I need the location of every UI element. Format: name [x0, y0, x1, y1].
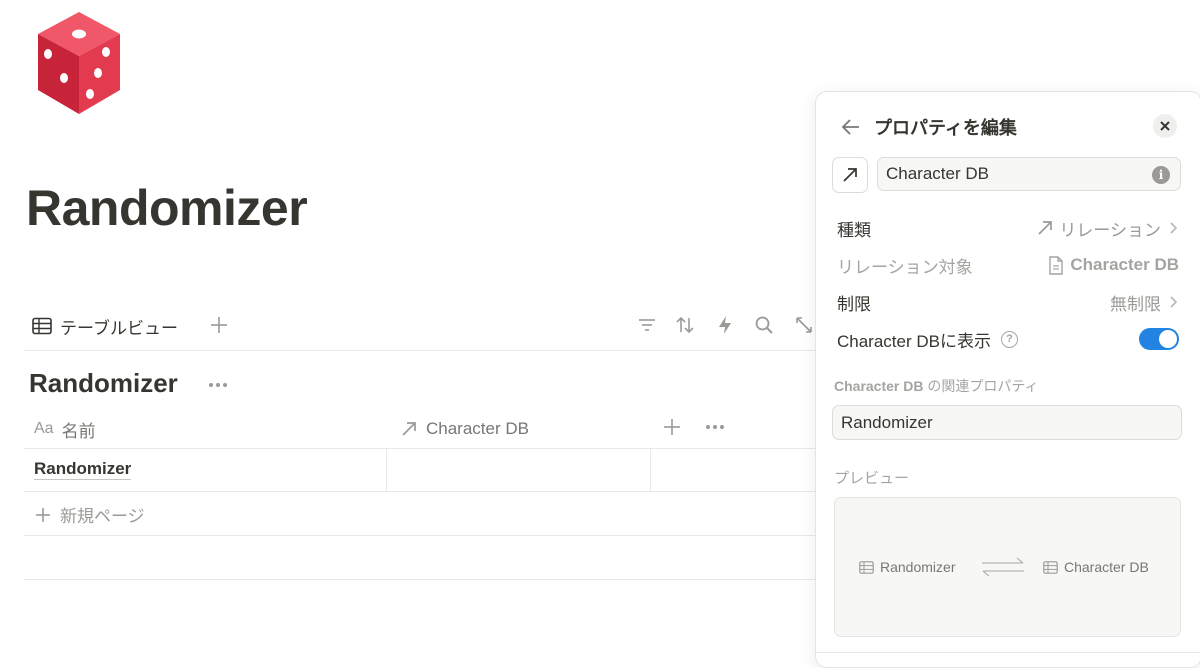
preview-left: Randomizer — [859, 559, 955, 575]
game-die-icon[interactable] — [34, 10, 124, 118]
related-property-heading: Character DB の関連プロパティ — [834, 378, 1039, 394]
related-property-value: Randomizer — [841, 412, 933, 432]
limit-value: 無制限 — [1110, 294, 1161, 314]
table-row-name[interactable]: Randomizer — [34, 459, 132, 480]
tab-table-view[interactable]: テーブルビュー — [32, 314, 178, 338]
relation-arrow-icon — [843, 168, 857, 182]
row-divider — [24, 535, 824, 536]
database-title[interactable]: Randomizer — [29, 368, 178, 399]
row-divider — [24, 579, 824, 580]
type-label: 種類 — [837, 220, 871, 240]
relation-target-row: リレーション対象 Character DB — [837, 251, 1179, 279]
close-icon — [1160, 121, 1170, 131]
view-tab-label: テーブルビュー — [60, 318, 178, 338]
automation-icon[interactable] — [714, 314, 736, 336]
preview-left-label: Randomizer — [880, 559, 956, 575]
type-row[interactable]: 種類 リレーション — [837, 214, 1179, 242]
add-column-icon[interactable] — [662, 417, 682, 437]
property-name-value: Character DB — [886, 164, 989, 183]
show-in-label: Character DBに表示 — [837, 331, 991, 351]
new-page-button[interactable]: 新規ページ — [34, 502, 145, 527]
search-icon[interactable] — [753, 314, 775, 336]
column-more-icon[interactable] — [704, 420, 726, 434]
property-type-icon-button[interactable] — [832, 157, 868, 193]
show-in-toggle[interactable] — [1139, 328, 1179, 350]
preview-heading: プレビュー — [834, 470, 910, 487]
table-icon — [32, 317, 52, 335]
row-divider — [24, 491, 824, 492]
relation-target-label: リレーション対象 — [837, 257, 973, 277]
relation-target-value: Character DB — [1070, 255, 1179, 274]
preview-right-label: Character DB — [1064, 559, 1149, 575]
panel-title: プロパティを編集 — [874, 118, 1017, 138]
close-button[interactable] — [1153, 114, 1177, 138]
limit-label: 制限 — [837, 294, 871, 314]
new-page-label: 新規ページ — [60, 507, 145, 526]
property-name-input[interactable]: Character DB i — [877, 157, 1181, 191]
expand-icon[interactable] — [793, 314, 815, 336]
table-icon — [1043, 560, 1058, 574]
chevron-right-icon — [1170, 296, 1178, 308]
text-type-icon: Aa — [34, 420, 54, 437]
chevron-right-icon — [1170, 222, 1178, 234]
back-arrow-icon[interactable] — [840, 116, 862, 138]
column-label: 名前 — [61, 421, 96, 441]
column-divider — [386, 448, 387, 491]
info-icon[interactable]: i — [1152, 166, 1170, 184]
more-options-icon[interactable] — [206, 378, 230, 392]
column-header-name[interactable]: Aa 名前 — [34, 412, 96, 446]
add-view-icon[interactable] — [208, 314, 230, 336]
show-in-row: Character DBに表示 ? — [837, 325, 1179, 353]
plus-icon — [36, 507, 50, 522]
row-divider — [24, 448, 824, 449]
limit-row[interactable]: 制限 無制限 — [837, 288, 1179, 316]
page-title[interactable]: Randomizer — [26, 176, 308, 240]
relation-arrow-icon — [1038, 221, 1053, 235]
preview-right: Character DB — [1043, 559, 1149, 575]
sort-icon[interactable] — [674, 314, 696, 336]
related-property-input[interactable]: Randomizer — [832, 405, 1182, 440]
divider — [24, 350, 824, 351]
type-value: リレーション — [1059, 220, 1161, 240]
filter-icon[interactable] — [636, 314, 658, 336]
view-bar: テーブルビュー — [24, 306, 824, 346]
table-icon — [859, 560, 874, 574]
relation-arrow-icon — [402, 422, 416, 436]
column-divider — [650, 448, 651, 491]
column-label: Character DB — [426, 419, 529, 438]
page: Randomizer テーブルビュー Randomizer Aa 名前 Char… — [0, 0, 1200, 668]
column-header-character-db[interactable]: Character DB — [400, 412, 529, 446]
page-icon — [1049, 255, 1064, 275]
relation-preview: Randomizer Character DB — [834, 497, 1181, 637]
bidirectional-arrow-icon — [982, 557, 1024, 577]
help-icon[interactable]: ? — [1000, 330, 1018, 348]
divider — [816, 652, 1200, 653]
edit-property-panel: プロパティを編集 Character DB i 種類 リレーション リレーション… — [815, 91, 1200, 668]
